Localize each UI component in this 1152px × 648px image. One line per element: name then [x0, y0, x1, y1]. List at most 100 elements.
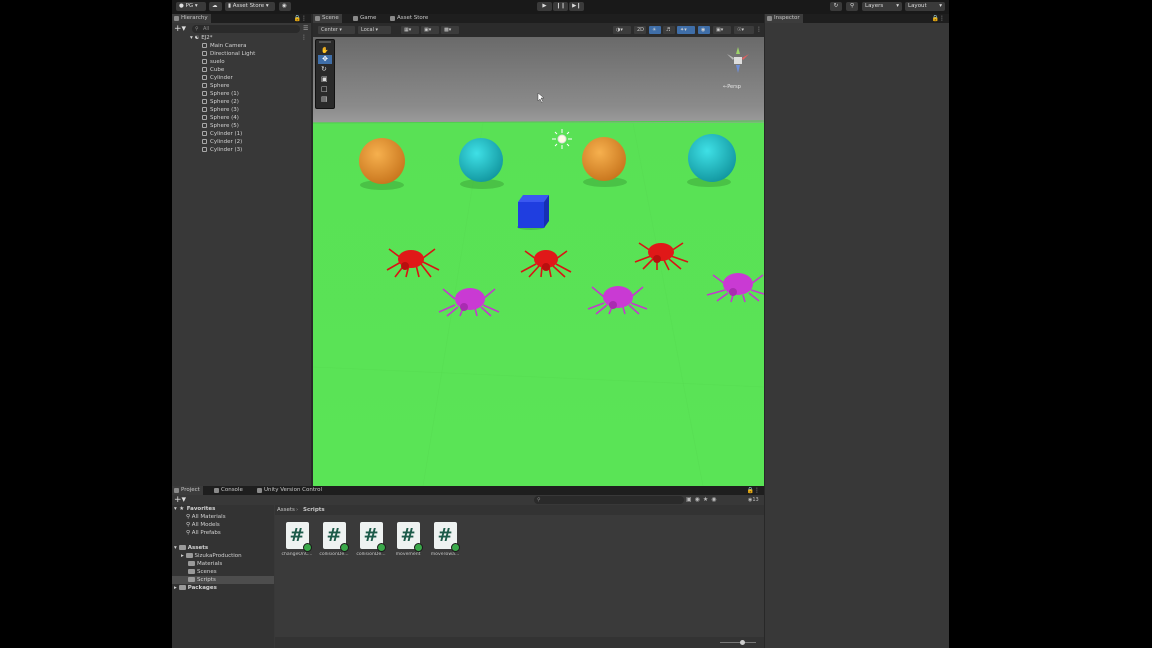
breadcrumb-scripts[interactable]: Scripts [303, 505, 325, 515]
asset-folder[interactable]: ▸ SizukaProduction [181, 552, 242, 560]
script-asset[interactable]: # changeOnC... [279, 522, 315, 557]
favorite-item[interactable]: ⚲ All Models [186, 521, 220, 529]
grid-snap-icon[interactable]: ▦▾ [401, 26, 419, 34]
search-input[interactable]: ⚲ All [192, 25, 300, 33]
scene-root-row[interactable]: ▾ ☯ EJ2* [190, 34, 213, 42]
hierarchy-item[interactable]: Sphere (3) [202, 106, 239, 114]
hierarchy-item[interactable]: Directional Light [202, 50, 255, 58]
magenta-spider[interactable] [587, 286, 648, 315]
favorite-item[interactable]: ⚲ All Prefabs [186, 529, 221, 537]
tab-scene[interactable]: Scene [313, 14, 342, 23]
hierarchy-item[interactable]: suelo [202, 58, 225, 66]
orange-sphere[interactable] [359, 138, 405, 184]
favorite-item[interactable]: ⚲ All Materials [186, 513, 226, 521]
scale-tool-icon[interactable]: ▣ [321, 76, 328, 83]
project-search-input[interactable]: ⚲ [534, 496, 684, 504]
add-button[interactable]: +▾ [174, 25, 186, 34]
hierarchy-item[interactable]: Cube [202, 66, 224, 74]
breadcrumb-assets[interactable]: Assets [277, 505, 295, 515]
cyan-sphere[interactable] [459, 138, 503, 182]
rotate-tool-icon[interactable]: ↻ [321, 66, 328, 73]
account-button[interactable]: ● PG ▾ [176, 2, 206, 11]
gizmos-icon[interactable]: ☉▾ [734, 26, 754, 34]
scene-menu-icon[interactable]: ⋮ [301, 34, 307, 41]
layers-dropdown[interactable]: Layers ▾ [862, 2, 902, 11]
asset-folder[interactable]: Scenes [188, 568, 217, 576]
favorites-header[interactable]: ▾ ★ Favorites [174, 505, 215, 513]
filter-icon[interactable]: ☰ [303, 25, 308, 32]
tab-inspector[interactable]: Inspector [765, 14, 803, 23]
layout-dropdown[interactable]: Layout ▾ [905, 2, 945, 11]
step-button[interactable]: ▶❙ [569, 2, 584, 11]
search-icon[interactable]: ⚲ [846, 2, 858, 11]
create-button[interactable]: +▾ [174, 496, 186, 505]
grid-toggle-icon[interactable]: ▩▾ [441, 26, 459, 34]
zoom-slider-handle[interactable] [740, 640, 745, 645]
lock-icon[interactable]: 🔒⋮ [932, 14, 945, 23]
rect-tool-icon[interactable]: □ [321, 86, 328, 93]
orange-sphere[interactable] [582, 137, 626, 181]
tab-version-control[interactable]: Unity Version Control [255, 486, 325, 495]
hierarchy-item[interactable]: Sphere (2) [202, 98, 239, 106]
hierarchy-item[interactable]: Sphere [202, 82, 229, 90]
hierarchy-item[interactable]: Cylinder [202, 74, 233, 82]
pause-button[interactable]: ❙❙ [553, 2, 568, 11]
asset-store-button[interactable]: ▮ Asset Store ▾ [225, 2, 275, 11]
tab-game[interactable]: Game [351, 14, 379, 23]
tab-hierarchy[interactable]: Hierarchy [172, 14, 211, 23]
magenta-spider[interactable] [706, 273, 764, 303]
hierarchy-item[interactable]: Cylinder (3) [202, 146, 242, 154]
hierarchy-item[interactable]: Cylinder (2) [202, 138, 242, 146]
cyan-sphere[interactable] [688, 134, 736, 182]
orientation-gizmo[interactable] [721, 43, 755, 77]
tab-asset-store[interactable]: Asset Store [388, 14, 431, 23]
blue-cube[interactable] [518, 195, 549, 228]
hierarchy-item[interactable]: Cylinder (1) [202, 130, 242, 138]
asset-folder-selected[interactable]: Scripts [172, 576, 274, 584]
space-dropdown[interactable]: Local ▾ [358, 26, 391, 34]
magenta-spider[interactable] [438, 288, 500, 317]
snap-increment-icon[interactable]: ▣▾ [421, 26, 439, 34]
pivot-dropdown[interactable]: Center ▾ [318, 26, 355, 34]
2d-toggle[interactable]: 2D [634, 26, 646, 34]
audio-icon[interactable]: ♬ [663, 26, 675, 34]
script-asset[interactable]: # collisionDe... [353, 522, 389, 557]
transform-tool-icon[interactable]: ▤ [321, 96, 328, 103]
red-spider[interactable] [520, 250, 572, 278]
hierarchy-item[interactable]: Sphere (5) [202, 122, 239, 130]
cloud-icon[interactable]: ☁ [209, 2, 222, 11]
project-filter-icons[interactable]: ▣◉★◉ [686, 496, 720, 503]
red-spider[interactable] [386, 248, 440, 278]
tab-console[interactable]: Console [212, 486, 246, 495]
tab-project[interactable]: Project [172, 486, 203, 495]
asset-folder[interactable]: Materials [188, 560, 222, 568]
packages-header[interactable]: ▸ Packages [174, 584, 217, 592]
zoom-slider[interactable] [720, 642, 756, 643]
effects-icon[interactable]: ✦▾ [677, 26, 695, 34]
hierarchy-item[interactable]: Sphere (1) [202, 90, 239, 98]
collab-icon[interactable]: ◉ [279, 2, 291, 11]
persp-label[interactable]: ←Persp [723, 84, 741, 90]
lighting-icon[interactable]: ☀ [649, 26, 661, 34]
hand-tool-icon[interactable]: ✋ [321, 47, 328, 54]
scene-viewport[interactable]: ✋ ✥ ↻ ▣ □ ▤ ←Persp [313, 37, 764, 486]
lock-icon[interactable]: 🔒⋮ [294, 14, 307, 23]
lock-icon[interactable]: 🔒⋮ [747, 486, 760, 495]
red-spider[interactable] [634, 242, 689, 271]
drag-handle[interactable] [319, 41, 331, 43]
script-asset[interactable]: # movement [390, 522, 426, 557]
scene-menu-icon[interactable]: ⋮ [756, 26, 762, 33]
move-tool-icon[interactable]: ✥ [318, 55, 332, 64]
history-icon[interactable]: ↻ [830, 2, 842, 11]
script-asset[interactable]: # collisionDe... [316, 522, 352, 557]
hidden-objects-icon[interactable]: ◉ [698, 26, 710, 34]
gameobject-icon [202, 131, 207, 136]
folder-icon [174, 488, 179, 493]
script-asset[interactable]: # moveTowa... [427, 522, 463, 557]
hierarchy-item[interactable]: Main Camera [202, 42, 246, 50]
play-button[interactable]: ▶ [537, 2, 552, 11]
draw-mode-icon[interactable]: ◑▾ [613, 26, 631, 34]
assets-header[interactable]: ▾ Assets [174, 544, 208, 552]
hierarchy-item[interactable]: Sphere (4) [202, 114, 239, 122]
camera-icon[interactable]: ▣▾ [713, 26, 731, 34]
